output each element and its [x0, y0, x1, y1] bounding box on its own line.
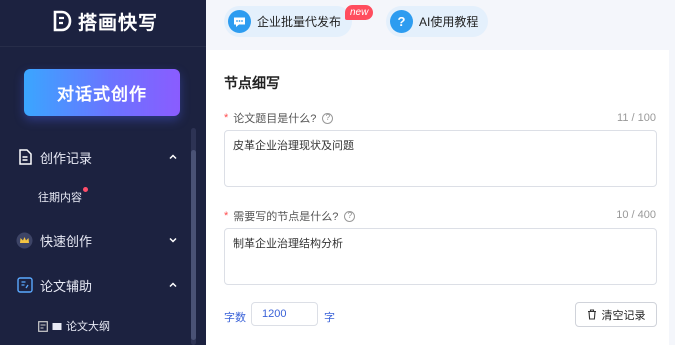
app-logo[interactable]: 搭画快写: [52, 8, 158, 34]
sidebar-item-quick-create[interactable]: 快速创作: [0, 225, 190, 255]
topic-textarea[interactable]: 皮革企业治理现状及问题: [224, 130, 657, 187]
word-count-input[interactable]: 1200: [251, 302, 318, 326]
chevron-up-icon: [169, 282, 177, 288]
word-count-unit: 字: [324, 312, 335, 324]
topic-label-text: 论文题目是什么?: [233, 113, 317, 125]
clear-records-label: 清空记录: [601, 309, 646, 322]
help-icon: ?: [390, 10, 413, 33]
batch-publish-label: 企业批量代发布: [257, 15, 342, 29]
sidebar: 搭画快写 对话式创作 创作记录 往期内容 快速创作 论文辅助 论文大纲: [0, 0, 206, 345]
chevron-down-icon: [169, 237, 177, 243]
node-field-label: * 需要写的节点是什么? ?: [224, 208, 356, 224]
logo-divider: [0, 46, 206, 47]
chat-create-button[interactable]: 对话式创作: [24, 69, 180, 116]
sidebar-item-creation-records[interactable]: 创作记录: [0, 142, 190, 172]
clear-records-button[interactable]: 清空记录: [575, 302, 657, 327]
chevron-up-icon: [169, 154, 177, 160]
logo-icon: [53, 10, 72, 32]
required-marker: *: [224, 112, 229, 124]
sidebar-scrollbar-thumb[interactable]: [191, 150, 196, 340]
document-icon: [16, 149, 33, 166]
question-icon[interactable]: ?: [344, 210, 356, 222]
node-label-text: 需要写的节点是什么?: [233, 211, 339, 223]
question-icon[interactable]: ?: [322, 112, 334, 124]
trash-icon: [587, 309, 596, 320]
node-char-counter: 10 / 400: [616, 209, 656, 221]
book-icon: [52, 322, 62, 330]
ai-tutorial-button[interactable]: ? AI使用教程: [386, 6, 488, 37]
outline-icon: [38, 320, 48, 332]
batch-publish-button[interactable]: 企业批量代发布: [224, 6, 352, 37]
notification-dot: [83, 187, 88, 192]
ai-tutorial-label: AI使用教程: [419, 15, 479, 29]
sidebar-subitem-label: 论文大纲: [66, 321, 110, 333]
word-count-label: 字数: [224, 312, 246, 324]
sidebar-item-label: 创作记录: [40, 150, 93, 166]
app-title: 搭画快写: [78, 12, 159, 34]
topic-char-counter: 11 / 100: [617, 112, 656, 124]
required-marker: *: [224, 210, 229, 222]
main-panel: [206, 50, 669, 345]
paper-assist-icon: [16, 277, 33, 294]
sidebar-subitem-outline[interactable]: 论文大纲: [38, 318, 110, 334]
sidebar-subitem-history[interactable]: 往期内容: [38, 189, 82, 205]
topic-field-label: * 论文题目是什么? ?: [224, 110, 334, 126]
section-title: 节点细写: [224, 75, 280, 91]
new-badge: new: [345, 5, 374, 20]
chat-bubble-icon: [228, 10, 251, 33]
sidebar-item-paper-assist[interactable]: 论文辅助: [0, 270, 190, 300]
node-textarea[interactable]: 制革企业治理结构分析: [224, 228, 657, 285]
sidebar-item-label: 快速创作: [40, 233, 93, 249]
crown-icon: [16, 232, 33, 249]
sidebar-item-label: 论文辅助: [40, 278, 93, 294]
